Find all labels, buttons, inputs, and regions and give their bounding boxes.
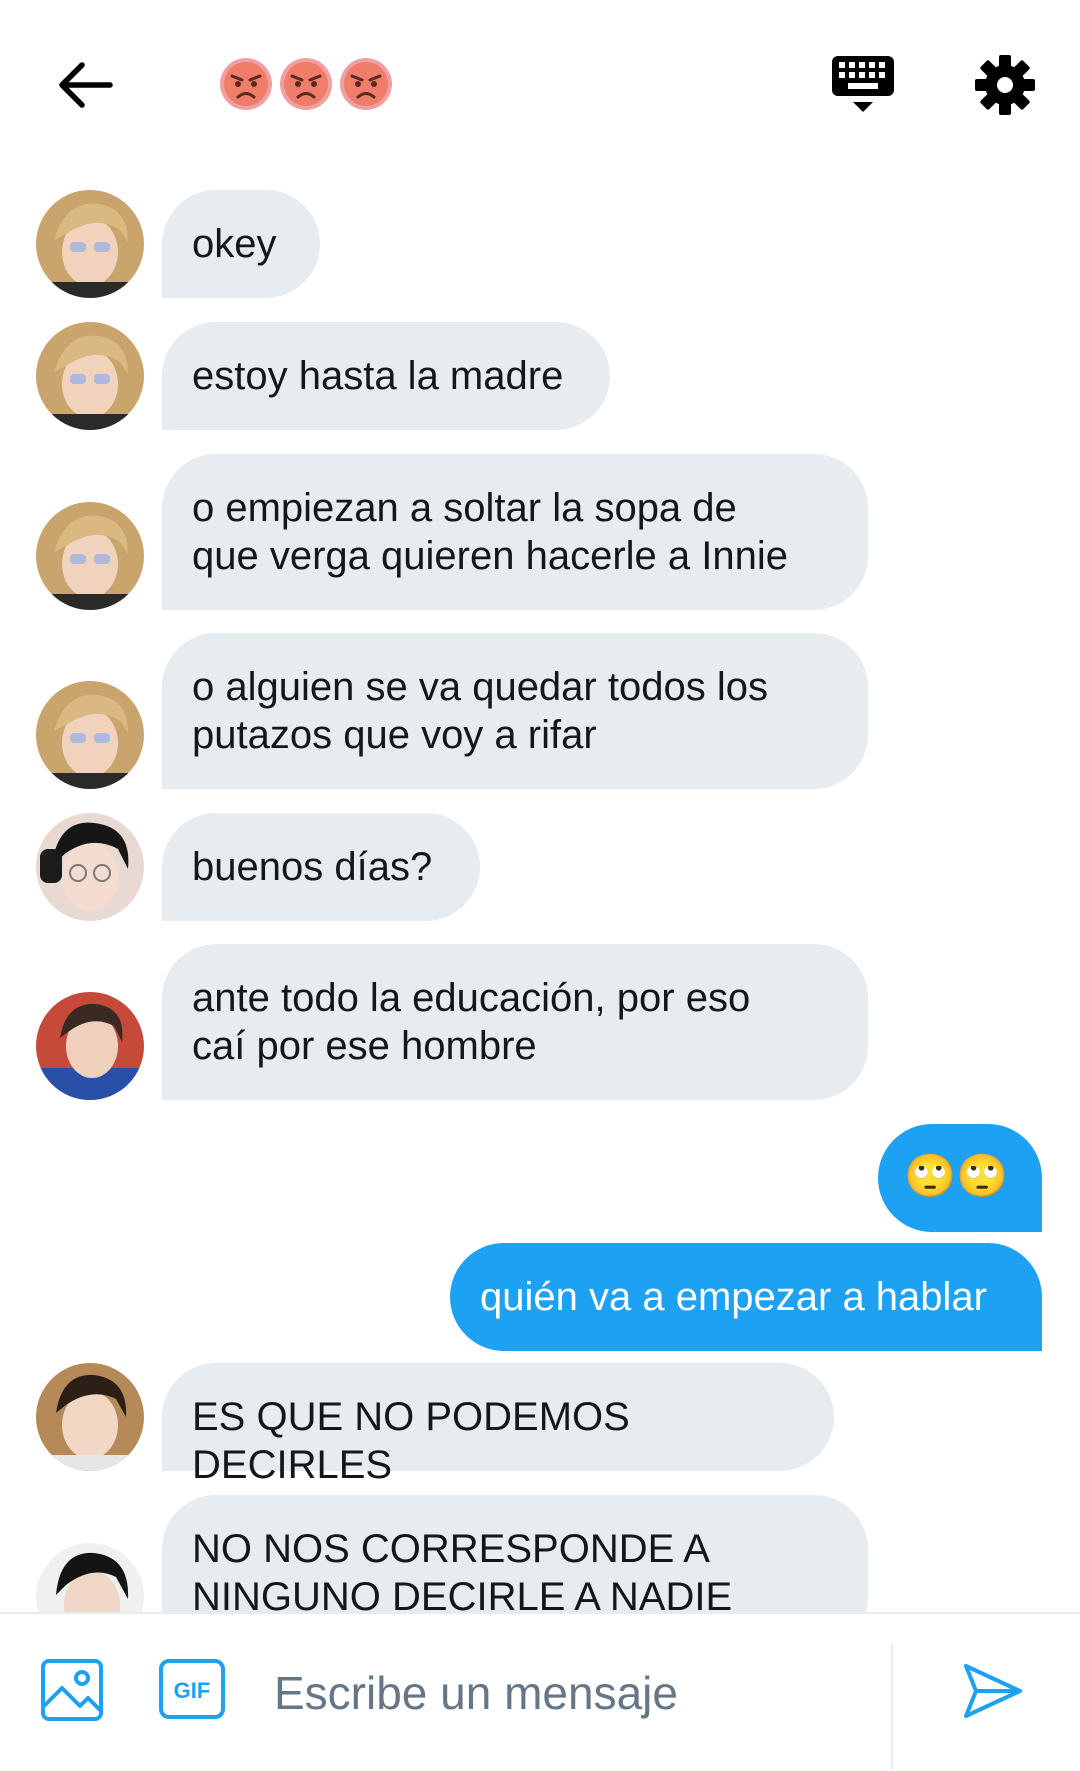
message-bubble[interactable]: NO NOS CORRESPONDE A NINGUNO DECIRLE A N…: [162, 1495, 868, 1612]
conversation-title[interactable]: [218, 56, 394, 112]
keyboard-button[interactable]: [828, 50, 898, 120]
composer-divider: [891, 1644, 893, 1769]
arrow-left-icon: [59, 62, 113, 108]
add-image-button[interactable]: [40, 1658, 104, 1722]
conversation-header: [0, 0, 1080, 170]
angry-face-icon: [340, 58, 392, 110]
send-icon: [964, 1664, 1022, 1718]
image-icon: [41, 1659, 103, 1721]
avatar[interactable]: [36, 992, 144, 1100]
avatar[interactable]: [36, 1543, 144, 1612]
message-bubble-sent[interactable]: quién va a empezar a hablar: [450, 1243, 1042, 1351]
gif-icon: GIF: [159, 1659, 225, 1719]
avatar[interactable]: [36, 502, 144, 610]
message-bubble[interactable]: o empiezan a soltar la sopa de que verga…: [162, 454, 868, 610]
avatar[interactable]: [36, 1363, 144, 1471]
message-bubble[interactable]: estoy hasta la madre: [162, 322, 610, 430]
message-input[interactable]: [272, 1642, 866, 1744]
message-bubble[interactable]: ES QUE NO PODEMOS DECIRLES: [162, 1363, 834, 1487]
message-bubble[interactable]: okey: [162, 190, 320, 298]
message-bubble[interactable]: o alguien se va quedar todos los putazos…: [162, 633, 868, 789]
avatar[interactable]: [36, 322, 144, 430]
avatar[interactable]: [36, 681, 144, 789]
keyboard-icon: [832, 56, 894, 112]
conversation-thread[interactable]: okey estoy hasta la madre o empiezan a s…: [0, 0, 1080, 1612]
message-composer: GIF: [0, 1612, 1080, 1771]
back-button[interactable]: [50, 50, 120, 120]
avatar[interactable]: [36, 813, 144, 921]
message-bubble[interactable]: buenos días?: [162, 813, 480, 921]
angry-face-icon: [280, 58, 332, 110]
message-bubble[interactable]: ante todo la educación, por eso caí por …: [162, 944, 868, 1100]
gif-label: GIF: [174, 1678, 211, 1703]
gif-button[interactable]: GIF: [158, 1658, 226, 1720]
send-button[interactable]: [960, 1658, 1026, 1724]
settings-button[interactable]: [970, 50, 1040, 120]
avatar[interactable]: [36, 190, 144, 298]
gear-icon: [975, 55, 1035, 115]
message-bubble-sent[interactable]: 🙄🙄: [878, 1124, 1042, 1232]
angry-face-icon: [220, 58, 272, 110]
